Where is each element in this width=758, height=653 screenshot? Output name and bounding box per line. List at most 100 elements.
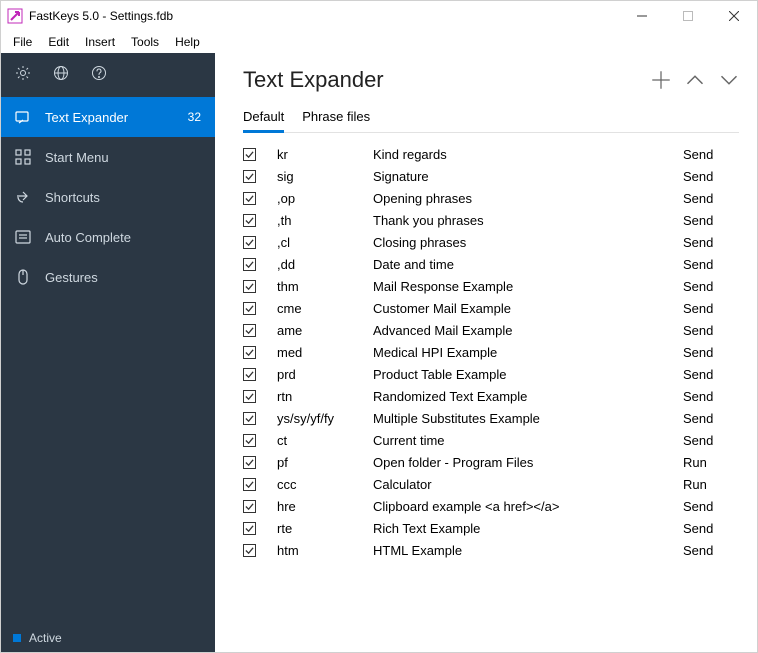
row-action: Send bbox=[683, 323, 739, 338]
globe-icon[interactable] bbox=[53, 65, 69, 81]
row-checkbox[interactable] bbox=[243, 478, 273, 491]
row-description: Signature bbox=[373, 169, 683, 184]
table-row[interactable]: krKind regardsSend bbox=[243, 143, 739, 165]
row-trigger: ,cl bbox=[273, 235, 373, 250]
table-row[interactable]: cccCalculatorRun bbox=[243, 473, 739, 495]
row-trigger: ys/sy/yf/fy bbox=[273, 411, 373, 426]
sidebar-item-shortcuts[interactable]: Shortcuts bbox=[1, 177, 215, 217]
row-description: Randomized Text Example bbox=[373, 389, 683, 404]
add-button[interactable] bbox=[651, 70, 671, 90]
move-up-button[interactable] bbox=[685, 70, 705, 90]
row-checkbox[interactable] bbox=[243, 434, 273, 447]
row-trigger: rtn bbox=[273, 389, 373, 404]
menu-file[interactable]: File bbox=[5, 33, 40, 51]
window-controls bbox=[619, 1, 757, 31]
row-action: Send bbox=[683, 257, 739, 272]
status-indicator-icon bbox=[13, 634, 21, 642]
row-description: Closing phrases bbox=[373, 235, 683, 250]
table-row[interactable]: medMedical HPI ExampleSend bbox=[243, 341, 739, 363]
text-expander-icon bbox=[15, 109, 31, 125]
table-row[interactable]: pfOpen folder - Program FilesRun bbox=[243, 451, 739, 473]
row-checkbox[interactable] bbox=[243, 544, 273, 557]
sidebar-status: Active bbox=[1, 624, 215, 652]
row-checkbox[interactable] bbox=[243, 456, 273, 469]
row-description: Customer Mail Example bbox=[373, 301, 683, 316]
row-description: HTML Example bbox=[373, 543, 683, 558]
row-checkbox[interactable] bbox=[243, 236, 273, 249]
tab-default[interactable]: Default bbox=[243, 103, 284, 132]
row-trigger: ,dd bbox=[273, 257, 373, 272]
table-row[interactable]: rteRich Text ExampleSend bbox=[243, 517, 739, 539]
row-checkbox[interactable] bbox=[243, 258, 273, 271]
menu-tools[interactable]: Tools bbox=[123, 33, 167, 51]
row-action: Send bbox=[683, 191, 739, 206]
menu-edit[interactable]: Edit bbox=[40, 33, 77, 51]
status-label: Active bbox=[29, 631, 62, 645]
row-checkbox[interactable] bbox=[243, 368, 273, 381]
row-trigger: cme bbox=[273, 301, 373, 316]
help-icon[interactable] bbox=[91, 65, 107, 81]
table-row[interactable]: thmMail Response ExampleSend bbox=[243, 275, 739, 297]
row-checkbox[interactable] bbox=[243, 522, 273, 535]
row-checkbox[interactable] bbox=[243, 390, 273, 403]
move-down-button[interactable] bbox=[719, 70, 739, 90]
row-checkbox[interactable] bbox=[243, 302, 273, 315]
menu-help[interactable]: Help bbox=[167, 33, 208, 51]
row-action: Send bbox=[683, 279, 739, 294]
table-row[interactable]: rtnRandomized Text ExampleSend bbox=[243, 385, 739, 407]
table-row[interactable]: htmHTML ExampleSend bbox=[243, 539, 739, 561]
maximize-button[interactable] bbox=[665, 1, 711, 31]
tabs: Default Phrase files bbox=[243, 103, 739, 133]
close-button[interactable] bbox=[711, 1, 757, 31]
minimize-button[interactable] bbox=[619, 1, 665, 31]
nav-label: Text Expander bbox=[45, 110, 174, 125]
row-checkbox[interactable] bbox=[243, 412, 273, 425]
row-checkbox[interactable] bbox=[243, 346, 273, 359]
row-checkbox[interactable] bbox=[243, 280, 273, 293]
row-trigger: kr bbox=[273, 147, 373, 162]
table-row[interactable]: ,clClosing phrasesSend bbox=[243, 231, 739, 253]
table-row[interactable]: prdProduct Table ExampleSend bbox=[243, 363, 739, 385]
row-description: Calculator bbox=[373, 477, 683, 492]
table-row[interactable]: ctCurrent timeSend bbox=[243, 429, 739, 451]
row-trigger: thm bbox=[273, 279, 373, 294]
table-row[interactable]: sigSignatureSend bbox=[243, 165, 739, 187]
row-action: Send bbox=[683, 235, 739, 250]
row-checkbox[interactable] bbox=[243, 170, 273, 183]
sidebar-item-text-expander[interactable]: Text Expander 32 bbox=[1, 97, 215, 137]
row-action: Send bbox=[683, 301, 739, 316]
row-description: Product Table Example bbox=[373, 367, 683, 382]
table-row[interactable]: ,ddDate and timeSend bbox=[243, 253, 739, 275]
table-row[interactable]: ,thThank you phrasesSend bbox=[243, 209, 739, 231]
row-checkbox[interactable] bbox=[243, 324, 273, 337]
row-description: Multiple Substitutes Example bbox=[373, 411, 683, 426]
row-checkbox[interactable] bbox=[243, 148, 273, 161]
table-row[interactable]: ameAdvanced Mail ExampleSend bbox=[243, 319, 739, 341]
nav-label: Auto Complete bbox=[45, 230, 201, 245]
row-trigger: ct bbox=[273, 433, 373, 448]
table-row[interactable]: cmeCustomer Mail ExampleSend bbox=[243, 297, 739, 319]
tab-phrase-files[interactable]: Phrase files bbox=[302, 103, 370, 132]
row-action: Run bbox=[683, 455, 739, 470]
nav-label: Start Menu bbox=[45, 150, 201, 165]
row-description: Rich Text Example bbox=[373, 521, 683, 536]
row-checkbox[interactable] bbox=[243, 192, 273, 205]
window-title: FastKeys 5.0 - Settings.fdb bbox=[29, 9, 173, 23]
table-row[interactable]: hreClipboard example <a href></a>Send bbox=[243, 495, 739, 517]
header-tools bbox=[651, 70, 739, 90]
sidebar-item-gestures[interactable]: Gestures bbox=[1, 257, 215, 297]
entries-table: krKind regardsSendsigSignatureSend,opOpe… bbox=[243, 143, 739, 644]
table-row[interactable]: ,opOpening phrasesSend bbox=[243, 187, 739, 209]
row-checkbox[interactable] bbox=[243, 500, 273, 513]
sidebar-item-start-menu[interactable]: Start Menu bbox=[1, 137, 215, 177]
nav-label: Shortcuts bbox=[45, 190, 201, 205]
nav-label: Gestures bbox=[45, 270, 201, 285]
sidebar-item-auto-complete[interactable]: Auto Complete bbox=[1, 217, 215, 257]
gear-icon[interactable] bbox=[15, 65, 31, 81]
table-row[interactable]: ys/sy/yf/fyMultiple Substitutes ExampleS… bbox=[243, 407, 739, 429]
row-checkbox[interactable] bbox=[243, 214, 273, 227]
row-action: Send bbox=[683, 345, 739, 360]
menu-insert[interactable]: Insert bbox=[77, 33, 123, 51]
row-action: Send bbox=[683, 367, 739, 382]
menubar: File Edit Insert Tools Help bbox=[1, 31, 757, 53]
